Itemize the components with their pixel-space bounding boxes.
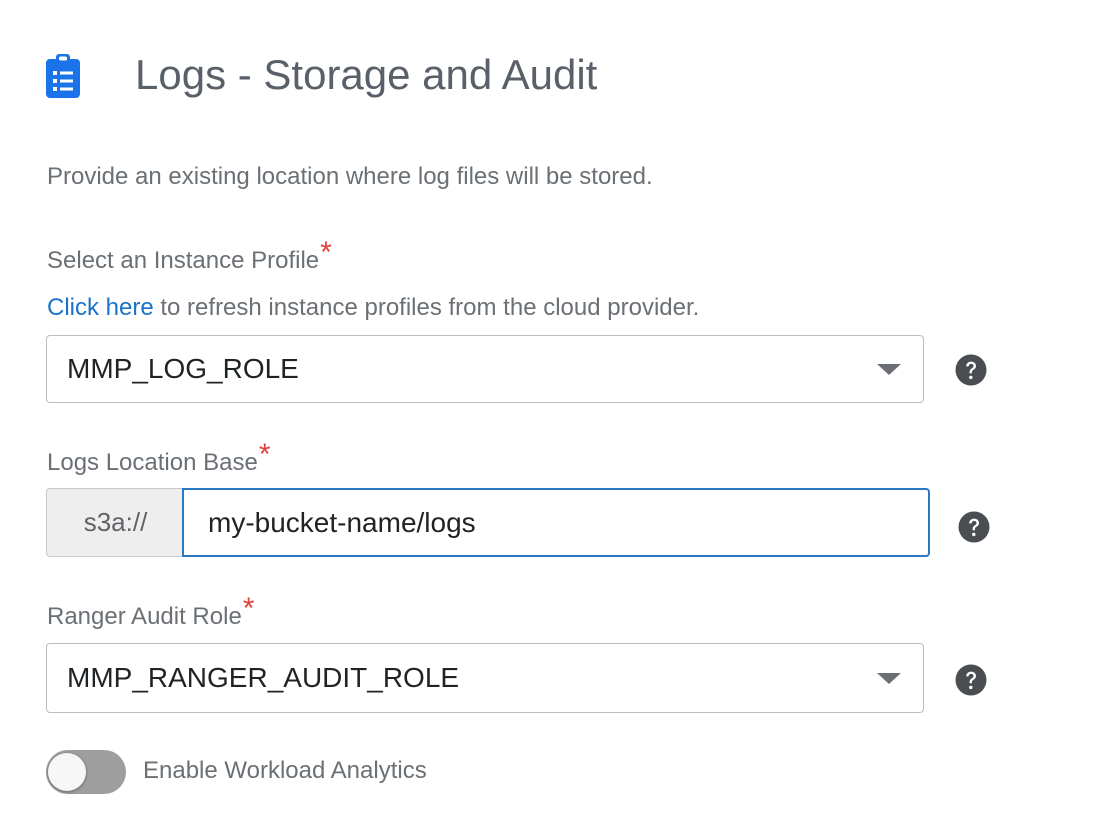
chevron-down-icon xyxy=(877,673,901,684)
logs-location-prefix: s3a:// xyxy=(46,488,184,557)
refresh-instance-profiles-link[interactable]: Click here xyxy=(47,294,154,321)
question-circle-icon[interactable] xyxy=(955,664,987,696)
refresh-instance-profiles-text: Click here to refresh instance profiles … xyxy=(47,293,699,323)
instance-profile-select[interactable]: MMP_LOG_ROLE xyxy=(46,335,924,403)
chevron-down-icon xyxy=(877,364,901,375)
question-circle-icon[interactable] xyxy=(958,511,990,543)
question-circle-icon[interactable] xyxy=(955,354,987,386)
required-mark: * xyxy=(242,592,255,625)
workload-analytics-toggle[interactable] xyxy=(46,750,126,794)
logs-location-label-text: Logs Location Base xyxy=(47,449,258,476)
ranger-audit-role-label: Ranger Audit Role* xyxy=(47,594,254,632)
instance-profile-label-text: Select an Instance Profile xyxy=(47,247,320,274)
refresh-instance-profiles-description: to refresh instance profiles from the cl… xyxy=(153,294,700,321)
ranger-audit-role-selected-value: MMP_RANGER_AUDIT_ROLE xyxy=(67,662,460,693)
ranger-audit-role-select[interactable]: MMP_RANGER_AUDIT_ROLE xyxy=(46,643,924,713)
required-mark: * xyxy=(258,438,271,471)
instance-profile-selected-value: MMP_LOG_ROLE xyxy=(67,353,299,384)
logs-location-input-value: my-bucket-name/logs xyxy=(208,507,476,538)
page-title: Logs - Storage and Audit xyxy=(135,51,598,98)
logs-storage-audit-page: Logs - Storage and Audit Provide an exis… xyxy=(0,0,1104,832)
clipboard-list-icon xyxy=(46,54,80,98)
logs-location-prefix-text: s3a:// xyxy=(83,507,148,537)
page-description: Provide an existing location where log f… xyxy=(47,163,653,190)
ranger-audit-role-label-text: Ranger Audit Role xyxy=(47,603,242,630)
instance-profile-label: Select an Instance Profile* xyxy=(47,238,332,276)
logs-location-input[interactable]: my-bucket-name/logs xyxy=(182,488,930,557)
required-mark: * xyxy=(320,236,332,269)
toggle-knob xyxy=(48,753,86,791)
logs-location-label: Logs Location Base* xyxy=(47,440,271,478)
workload-analytics-label: Enable Workload Analytics xyxy=(143,757,427,784)
